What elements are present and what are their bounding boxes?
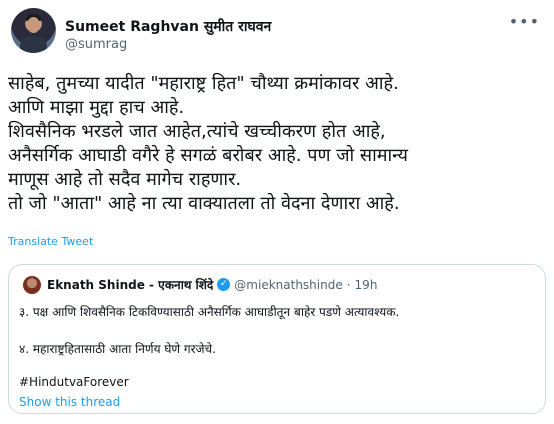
quoted-header: Eknath Shinde - एकनाथ शिंदे ✓ @mieknaths…	[47, 276, 377, 293]
author-handle[interactable]: @sumrag	[65, 37, 127, 52]
quoted-tweet[interactable]: Eknath Shinde - एकनाथ शिंदे ✓ @mieknaths…	[8, 264, 546, 414]
author-display-name[interactable]: Sumeet Raghvan सुमीत राघवन	[65, 17, 271, 36]
quoted-user-avatar[interactable]	[23, 276, 41, 294]
translate-tweet-link[interactable]: Translate Tweet	[8, 235, 93, 248]
tweet-line: तो जो "आता" आहे ना त्या वाक्यातला तो वेद…	[8, 193, 400, 214]
quoted-text-line: ३. पक्ष आणि शिवसैनिक टिकविण्यासाठी अनैसर…	[19, 305, 400, 319]
verified-badge-icon: ✓	[217, 278, 231, 291]
tweet-line: आणि माझा मुद्दा हाच आहे.	[8, 97, 185, 118]
quoted-display-name[interactable]: Eknath Shinde - एकनाथ शिंदे	[47, 276, 213, 293]
tweet-text: साहेब, तुमच्या यादीत "महाराष्ट्र हित" चौ…	[8, 72, 546, 216]
user-avatar[interactable]	[11, 8, 56, 53]
more-icon[interactable]: •••	[509, 12, 540, 31]
quoted-separator: ·	[346, 277, 351, 292]
tweet-line: माणूस आहे तो सदैव मागेच राहणार.	[8, 169, 242, 190]
tweet-line: अनैसर्गिक आघाडी वगैरे हे सगळं बरोबर आहे.…	[8, 145, 408, 166]
quoted-handle[interactable]: @mieknathshinde	[234, 278, 342, 292]
quoted-text-line: ४. महाराष्ट्रहितासाठी आता निर्णय घेणे गर…	[19, 342, 216, 356]
tweet-card: Sumeet Raghvan सुमीत राघवन @sumrag ••• स…	[0, 0, 554, 424]
quoted-timestamp[interactable]: 19h	[355, 278, 378, 292]
quoted-hashtag[interactable]: #HindutvaForever	[19, 375, 129, 389]
avatar-shirt	[20, 36, 47, 53]
tweet-line: शिवसैनिक भरडले जात आहेत,त्यांचे खच्चीकरण…	[8, 121, 386, 142]
tweet-line: साहेब, तुमच्या यादीत "महाराष्ट्र हित" चौ…	[8, 73, 399, 94]
show-thread-link[interactable]: Show this thread	[19, 395, 120, 409]
avatar-face	[27, 17, 40, 33]
